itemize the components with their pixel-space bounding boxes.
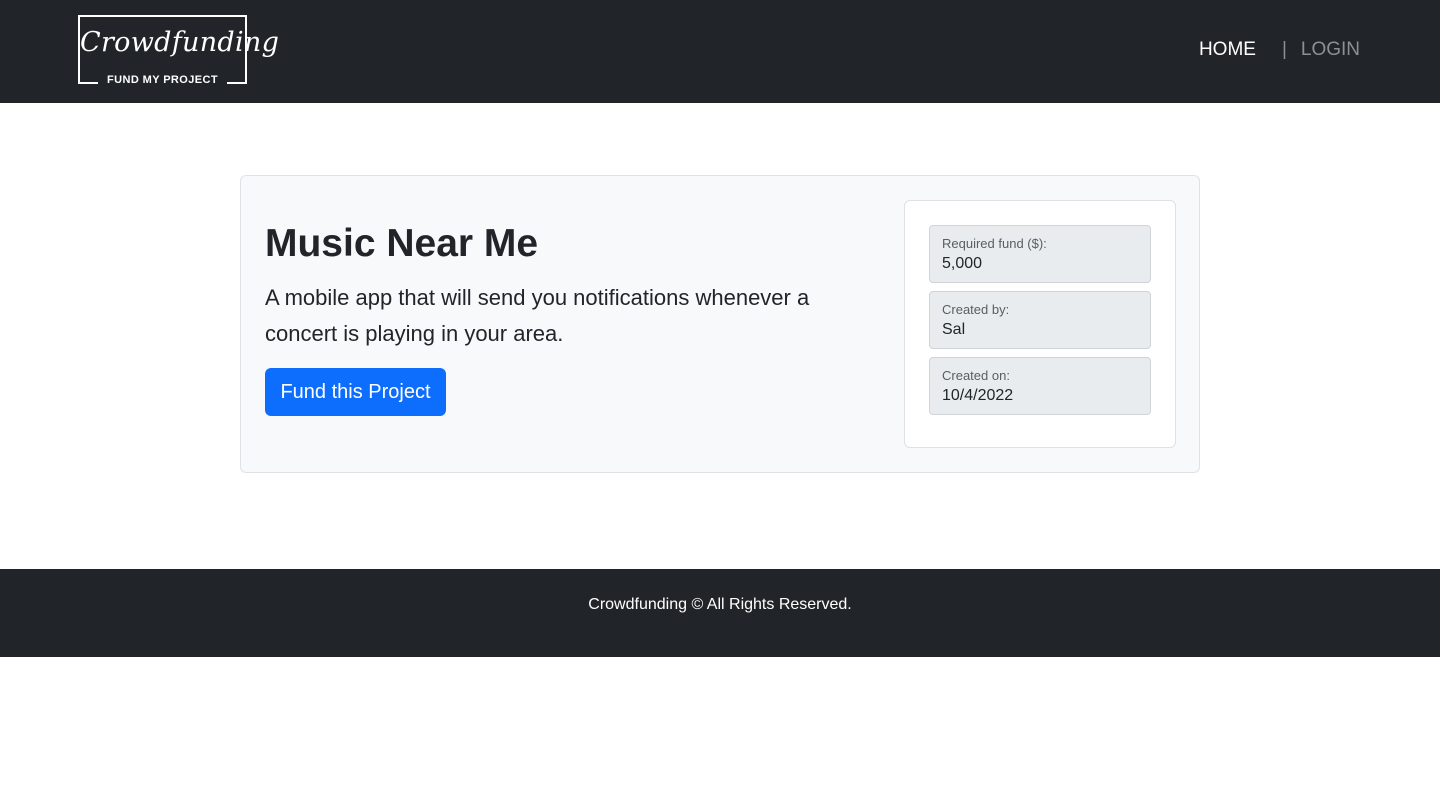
- created-on-field: Created on: 10/4/2022: [929, 357, 1151, 415]
- created-on-label: Created on:: [942, 368, 1010, 383]
- created-by-field: Created by: Sal: [929, 291, 1151, 349]
- logo-tagline: FUND MY PROJECT: [98, 73, 227, 87]
- main-nav: HOME | LOGIN: [1199, 38, 1360, 62]
- created-by-label: Created by:: [942, 302, 1010, 317]
- nav-separator: |: [1281, 39, 1287, 60]
- project-description: A mobile app that will send you notifica…: [265, 285, 810, 346]
- created-on-value: 10/4/2022: [942, 387, 1014, 404]
- project-details-panel: Required fund ($): 5,000 Created by: Sal…: [904, 200, 1176, 448]
- created-by-value: Sal: [942, 321, 966, 338]
- site-footer: Crowdfunding © All Rights Reserved.: [0, 569, 1440, 657]
- footer-copyright: Crowdfunding © All Rights Reserved.: [588, 596, 852, 613]
- site-logo[interactable]: Crowdfunding FUND MY PROJECT: [78, 15, 280, 87]
- required-fund-label: Required fund ($):: [942, 236, 1047, 251]
- required-fund-field: Required fund ($): 5,000: [929, 225, 1151, 283]
- nav-link-login[interactable]: LOGIN: [1301, 39, 1360, 61]
- navbar: Crowdfunding FUND MY PROJECT HOME | LOGI…: [0, 0, 1440, 103]
- logo-script-text: Crowdfunding: [80, 27, 280, 58]
- nav-link-home[interactable]: HOME: [1199, 39, 1256, 61]
- fund-project-button[interactable]: Fund this Project: [265, 368, 446, 416]
- project-card: Music Near Me A mobile app that will sen…: [240, 175, 1200, 473]
- project-title: Music Near Me: [265, 222, 539, 265]
- required-fund-value: 5,000: [942, 255, 983, 272]
